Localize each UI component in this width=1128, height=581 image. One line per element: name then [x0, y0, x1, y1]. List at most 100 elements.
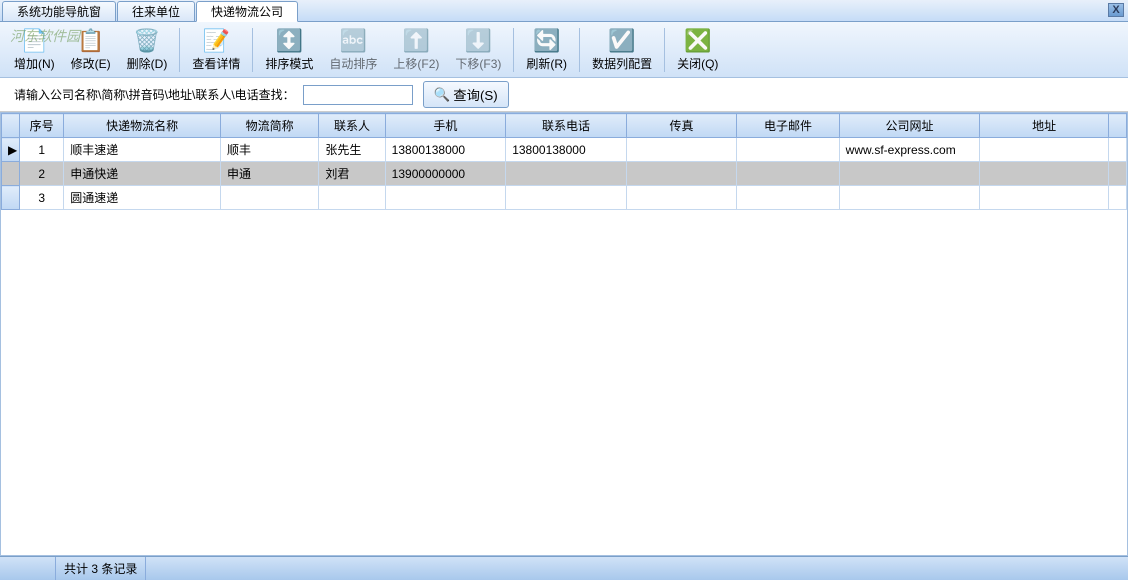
search-bar: 请输入公司名称\简称\拼音码\地址\联系人\电话查找： 🔍 查询(S) — [0, 78, 1128, 112]
delete-icon: 🗑️ — [133, 28, 160, 54]
detail-icon: 📝 — [203, 28, 230, 54]
row-handle-header[interactable] — [2, 114, 20, 138]
cell-phone[interactable]: 13800138000 — [506, 138, 627, 162]
separator — [579, 28, 580, 72]
col-website-header[interactable]: 公司网址 — [839, 114, 980, 138]
col-email-header[interactable]: 电子邮件 — [737, 114, 839, 138]
edit-button[interactable]: 📋 修改(E) — [63, 25, 119, 75]
tab-bar: 系统功能导航窗 往来单位 快递物流公司 X — [0, 0, 1128, 22]
cell-contact[interactable]: 张先生 — [319, 138, 385, 162]
status-cell-left — [0, 557, 56, 580]
search-button[interactable]: 🔍 查询(S) — [423, 81, 509, 108]
cell-phone[interactable] — [506, 162, 627, 186]
cell-phone[interactable] — [506, 186, 627, 210]
refresh-icon: 🔄 — [533, 28, 560, 54]
refresh-button[interactable]: 🔄 刷新(R) — [518, 25, 575, 75]
delete-label: 删除(D) — [127, 55, 168, 72]
cell-short[interactable]: 申通 — [220, 162, 318, 186]
tab-system-nav[interactable]: 系统功能导航窗 — [2, 1, 116, 21]
col-seq-header[interactable]: 序号 — [20, 114, 64, 138]
status-count: 共计 3 条记录 — [56, 557, 146, 580]
data-table: 序号 快递物流名称 物流简称 联系人 手机 联系电话 传真 电子邮件 公司网址 … — [1, 113, 1127, 210]
close-label: 关闭(Q) — [677, 55, 718, 72]
columns-label: 数据列配置 — [592, 55, 652, 72]
cell-end — [1108, 186, 1126, 210]
cell-seq[interactable]: 3 — [20, 186, 64, 210]
separator — [252, 28, 253, 72]
cell-email[interactable] — [737, 138, 839, 162]
detail-label: 查看详情 — [192, 55, 240, 72]
move-down-icon: ⬇️ — [465, 28, 492, 54]
search-input[interactable] — [303, 85, 413, 105]
move-up-icon: ⬆️ — [403, 28, 430, 54]
cell-addr[interactable] — [980, 138, 1109, 162]
data-table-container[interactable]: 序号 快递物流名称 物流简称 联系人 手机 联系电话 传真 电子邮件 公司网址 … — [0, 112, 1128, 556]
col-addr-header[interactable]: 地址 — [980, 114, 1109, 138]
tab-express-company[interactable]: 快递物流公司 — [196, 1, 298, 22]
auto-sort-button: 🔤 自动排序 — [321, 25, 385, 75]
cell-fax[interactable] — [626, 186, 736, 210]
sort-mode-label: 排序模式 — [265, 55, 313, 72]
col-phone-header[interactable]: 联系电话 — [506, 114, 627, 138]
table-row[interactable]: 3 圆通速递 — [2, 186, 1127, 210]
add-label: 增加(N) — [14, 55, 55, 72]
cell-end — [1108, 162, 1126, 186]
cell-website[interactable] — [839, 186, 980, 210]
add-icon: 📄 — [21, 28, 48, 54]
cell-fax[interactable] — [626, 138, 736, 162]
col-name-header[interactable]: 快递物流名称 — [64, 114, 221, 138]
cell-addr[interactable] — [980, 186, 1109, 210]
cell-name[interactable]: 圆通速递 — [64, 186, 221, 210]
cell-website[interactable]: www.sf-express.com — [839, 138, 980, 162]
move-down-button: ⬇️ 下移(F3) — [447, 25, 509, 75]
table-header-row: 序号 快递物流名称 物流简称 联系人 手机 联系电话 传真 电子邮件 公司网址 … — [2, 114, 1127, 138]
cell-name[interactable]: 申通快递 — [64, 162, 221, 186]
close-button[interactable]: ❎ 关闭(Q) — [669, 25, 726, 75]
cell-short[interactable] — [220, 186, 318, 210]
delete-button[interactable]: 🗑️ 删除(D) — [119, 25, 176, 75]
cell-contact[interactable]: 刘君 — [319, 162, 385, 186]
cell-email[interactable] — [737, 162, 839, 186]
row-handle[interactable]: ▶ — [2, 138, 20, 162]
refresh-label: 刷新(R) — [526, 55, 567, 72]
cell-addr[interactable] — [980, 162, 1109, 186]
cell-website[interactable] — [839, 162, 980, 186]
cell-contact[interactable] — [319, 186, 385, 210]
row-handle[interactable] — [2, 186, 20, 210]
edit-icon: 📋 — [77, 28, 104, 54]
auto-sort-icon: 🔤 — [340, 28, 367, 54]
close-icon: ❎ — [684, 28, 711, 54]
sort-mode-icon: ↕️ — [276, 28, 303, 54]
add-button[interactable]: 📄 增加(N) — [6, 25, 63, 75]
row-handle[interactable] — [2, 162, 20, 186]
col-fax-header[interactable]: 传真 — [626, 114, 736, 138]
status-bar: 共计 3 条记录 — [0, 556, 1128, 580]
cell-name[interactable]: 顺丰速递 — [64, 138, 221, 162]
col-end-header — [1108, 114, 1126, 138]
col-mobile-header[interactable]: 手机 — [385, 114, 506, 138]
search-button-label: 查询(S) — [453, 85, 497, 104]
cell-short[interactable]: 顺丰 — [220, 138, 318, 162]
separator — [664, 28, 665, 72]
cell-seq[interactable]: 1 — [20, 138, 64, 162]
cell-seq[interactable]: 2 — [20, 162, 64, 186]
sort-mode-button[interactable]: ↕️ 排序模式 — [257, 25, 321, 75]
close-window-button[interactable]: X — [1108, 3, 1124, 17]
tab-contacts[interactable]: 往来单位 — [117, 1, 195, 21]
cell-mobile[interactable]: 13800138000 — [385, 138, 506, 162]
col-contact-header[interactable]: 联系人 — [319, 114, 385, 138]
table-row[interactable]: 2 申通快递 申通 刘君 13900000000 — [2, 162, 1127, 186]
col-short-header[interactable]: 物流简称 — [220, 114, 318, 138]
cell-fax[interactable] — [626, 162, 736, 186]
separator — [513, 28, 514, 72]
cell-email[interactable] — [737, 186, 839, 210]
auto-sort-label: 自动排序 — [329, 55, 377, 72]
detail-button[interactable]: 📝 查看详情 — [184, 25, 248, 75]
columns-icon: ☑️ — [608, 28, 635, 54]
move-up-button: ⬆️ 上移(F2) — [385, 25, 447, 75]
move-down-label: 下移(F3) — [455, 55, 501, 72]
cell-mobile[interactable] — [385, 186, 506, 210]
table-row[interactable]: ▶ 1 顺丰速递 顺丰 张先生 13800138000 13800138000 … — [2, 138, 1127, 162]
columns-button[interactable]: ☑️ 数据列配置 — [584, 25, 660, 75]
cell-mobile[interactable]: 13900000000 — [385, 162, 506, 186]
